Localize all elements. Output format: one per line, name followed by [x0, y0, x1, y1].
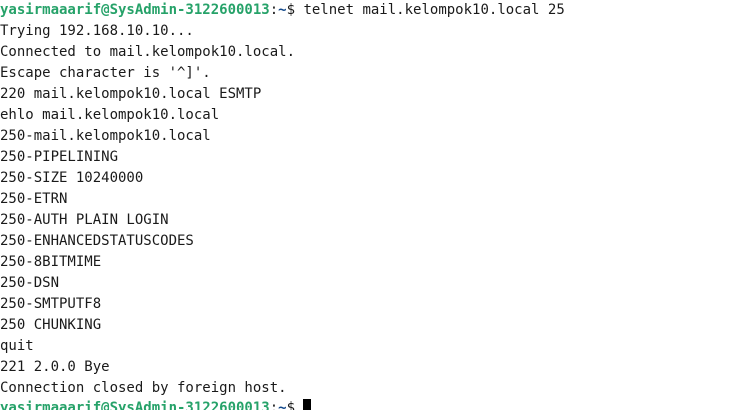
terminal-window[interactable]: yasirmaaarif@SysAdmin-3122600013:~$ teln…	[0, 0, 735, 410]
prompt-line: yasirmaaarif@SysAdmin-3122600013:~$ teln…	[0, 0, 565, 21]
output-line: Escape character is '^]'.	[0, 65, 211, 81]
output-line: 250-ETRN	[0, 191, 68, 207]
output-line: 250-PIPELINING	[0, 149, 119, 165]
prompt-symbol: $	[286, 400, 304, 410]
output-line: ehlo mail.kelompok10.local	[0, 107, 220, 123]
output-line: Connected to mail.kelompok10.local.	[0, 44, 296, 60]
prompt-user-host: yasirmaaarif@SysAdmin-3122600013	[0, 400, 270, 410]
command-text: telnet mail.kelompok10.local 25	[303, 2, 565, 18]
output-line: 250-SIZE 10240000	[0, 170, 144, 186]
output-line: 250 CHUNKING	[0, 317, 102, 333]
output-line: quit	[0, 338, 34, 354]
output-line: 250-AUTH PLAIN LOGIN	[0, 212, 169, 228]
text-cursor	[303, 399, 312, 410]
prompt-symbol: $	[286, 2, 304, 18]
output-line: Connection closed by foreign host.	[0, 380, 287, 396]
prompt-separator: :	[269, 400, 279, 410]
output-line: Trying 192.168.10.10...	[0, 23, 194, 39]
output-line: 250-SMTPUTF8	[0, 296, 102, 312]
active-prompt-line[interactable]: yasirmaaarif@SysAdmin-3122600013:~$	[0, 398, 312, 410]
prompt-separator: :	[269, 2, 279, 18]
prompt-user-host: yasirmaaarif@SysAdmin-3122600013	[0, 2, 270, 18]
output-line: 250-DSN	[0, 275, 60, 291]
output-line: 250-8BITMIME	[0, 254, 102, 270]
prompt-path: ~	[278, 2, 287, 18]
output-line: 250-ENHANCEDSTATUSCODES	[0, 233, 194, 249]
output-line: 220 mail.kelompok10.local ESMTP	[0, 86, 262, 102]
output-line: 250-mail.kelompok10.local	[0, 128, 211, 144]
output-line: 221 2.0.0 Bye	[0, 359, 110, 375]
prompt-path: ~	[278, 400, 287, 410]
